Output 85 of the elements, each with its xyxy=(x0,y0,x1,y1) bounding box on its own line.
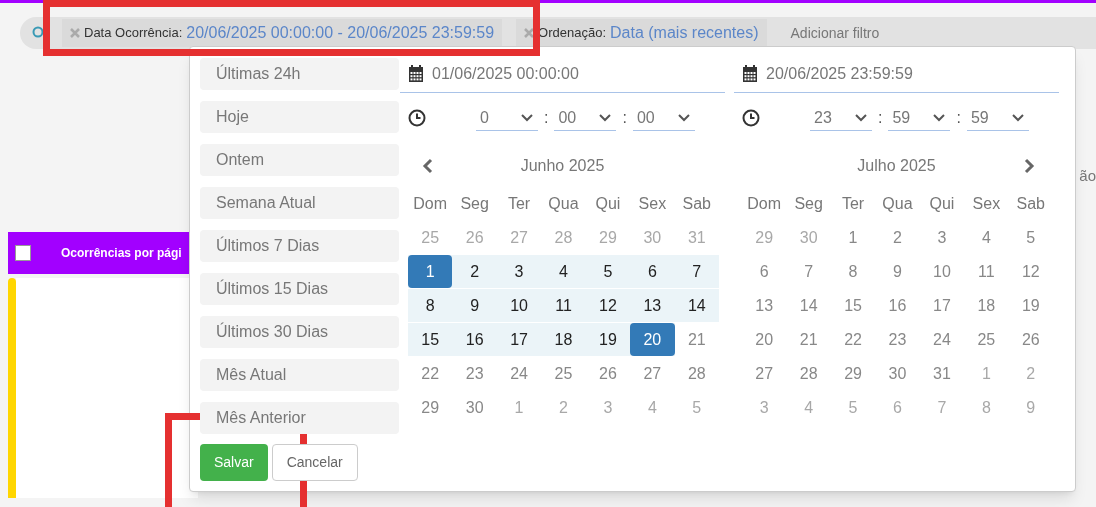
chevron-down-icon xyxy=(932,112,947,123)
label-fragment: ão xyxy=(1079,166,1096,186)
time-select[interactable]: 59 xyxy=(888,105,951,131)
calendar-day[interactable]: 5 xyxy=(585,255,631,288)
weekday-label: Sab xyxy=(681,194,712,214)
time-separator: : xyxy=(622,108,627,128)
calendar-day[interactable]: 8 xyxy=(408,289,453,322)
add-filter-link[interactable]: Adicionar filtro xyxy=(790,22,880,44)
weekday-label: Sex xyxy=(637,194,668,214)
chevron-down-icon xyxy=(1010,112,1025,123)
chevron-left-icon[interactable] xyxy=(422,158,434,174)
calendar-day[interactable]: 9 xyxy=(452,289,497,322)
cancel-button[interactable]: Cancelar xyxy=(271,444,358,481)
date-value: 20/06/2025 23:59:59 xyxy=(766,63,913,84)
date-field[interactable]: 20/06/2025 23:59:59 xyxy=(734,55,1059,93)
weekday-label: Dom xyxy=(412,194,449,214)
chevron-right-icon[interactable] xyxy=(1023,158,1035,174)
month-title: Junho 2025 xyxy=(520,156,605,176)
select-all-checkbox[interactable] xyxy=(15,244,31,261)
calendar-day[interactable]: 17 xyxy=(496,323,542,356)
chevron-down-icon xyxy=(598,112,613,123)
calendar-day[interactable]: 18 xyxy=(541,323,586,356)
calendar-day[interactable]: 12 xyxy=(585,289,631,322)
time-select[interactable]: 0 xyxy=(476,105,538,131)
table-header-title: Ocorrências por pági xyxy=(61,244,182,262)
chevron-down-icon xyxy=(854,112,868,123)
calendar-day[interactable]: 13 xyxy=(630,289,675,322)
weekday-label: Ter xyxy=(840,194,866,214)
weekday-label: Qua xyxy=(547,194,580,214)
calendar-day[interactable]: 10 xyxy=(496,289,542,322)
time-select[interactable]: 23 xyxy=(810,105,872,131)
date-value: 01/06/2025 00:00:00 xyxy=(432,63,579,84)
weekday-label: Qui xyxy=(594,194,622,214)
preset-option[interactable]: Últimos 7 Dias xyxy=(200,230,399,262)
chip-value: 20/06/2025 00:00:00 - 20/06/2025 23:59:59 xyxy=(186,23,495,43)
weekday-label: Sab xyxy=(1015,194,1046,214)
weekday-label: Qua xyxy=(881,194,914,214)
calendar-day[interactable]: 11 xyxy=(541,289,586,322)
weekday-label: Qui xyxy=(928,194,956,214)
filter-chip[interactable]: Data Ocorrência: 20/06/2025 00:00:00 - 20/06/2025 23:59:59 xyxy=(62,19,503,47)
calendar-icon xyxy=(408,64,424,83)
chevron-down-icon xyxy=(520,112,534,123)
calendar-day[interactable]: 4 xyxy=(541,255,586,288)
preset-option[interactable]: Hoje xyxy=(200,101,399,133)
preset-option[interactable]: Últimas 24h xyxy=(200,58,399,90)
calendar-day[interactable]: 1 xyxy=(408,255,453,288)
calendar-day[interactable]: 3 xyxy=(496,255,542,288)
chip-label: Data Ocorrência: xyxy=(84,24,183,43)
calendar-day[interactable]: 6 xyxy=(630,255,675,288)
calendar-day[interactable]: 2 xyxy=(452,255,497,288)
preset-option[interactable]: Últimos 15 Dias xyxy=(200,273,399,305)
calendar-day[interactable]: 20 xyxy=(630,323,675,356)
time-separator: : xyxy=(878,108,883,128)
time-select[interactable]: 00 xyxy=(554,105,617,131)
clock-icon xyxy=(408,109,426,127)
time-separator: : xyxy=(544,108,549,128)
date-field[interactable]: 01/06/2025 00:00:00 xyxy=(400,55,725,93)
chevron-down-icon xyxy=(676,112,691,123)
calendar-day[interactable]: 19 xyxy=(585,323,631,356)
weekday-label: Ter xyxy=(506,194,532,214)
time-select[interactable]: 59 xyxy=(966,105,1029,131)
time-select[interactable]: 00 xyxy=(632,105,695,131)
chip-value: Data (mais recentes) xyxy=(610,23,759,43)
search-icon[interactable] xyxy=(32,26,46,40)
month-title: Julho 2025 xyxy=(857,156,936,176)
time-separator: : xyxy=(956,108,961,128)
chip-label: Ordenação: xyxy=(538,24,607,43)
calendar-day[interactable]: 16 xyxy=(452,323,497,356)
filter-chip[interactable]: Ordenação: Data (mais recentes) xyxy=(516,19,767,47)
save-button[interactable]: Salvar xyxy=(200,444,268,481)
clock-icon xyxy=(742,109,760,127)
calendar-icon xyxy=(742,64,758,83)
weekday-label: Seg xyxy=(793,194,824,214)
remove-icon[interactable] xyxy=(524,28,535,38)
weekday-label: Dom xyxy=(746,194,783,214)
preset-option[interactable]: Mês Atual xyxy=(200,359,399,391)
calendar-day[interactable]: 14 xyxy=(674,289,719,322)
preset-option[interactable]: Semana Atual xyxy=(200,187,399,219)
calendar-day[interactable]: 7 xyxy=(674,255,719,288)
weekday-label: Sex xyxy=(971,194,1002,214)
preset-option[interactable]: Ontem xyxy=(200,144,399,176)
preset-option[interactable]: Últimos 30 Dias xyxy=(200,316,399,348)
weekday-label: Seg xyxy=(459,194,490,214)
calendar-day[interactable]: 15 xyxy=(408,323,453,356)
preset-option[interactable]: Mês Anterior xyxy=(200,402,399,434)
